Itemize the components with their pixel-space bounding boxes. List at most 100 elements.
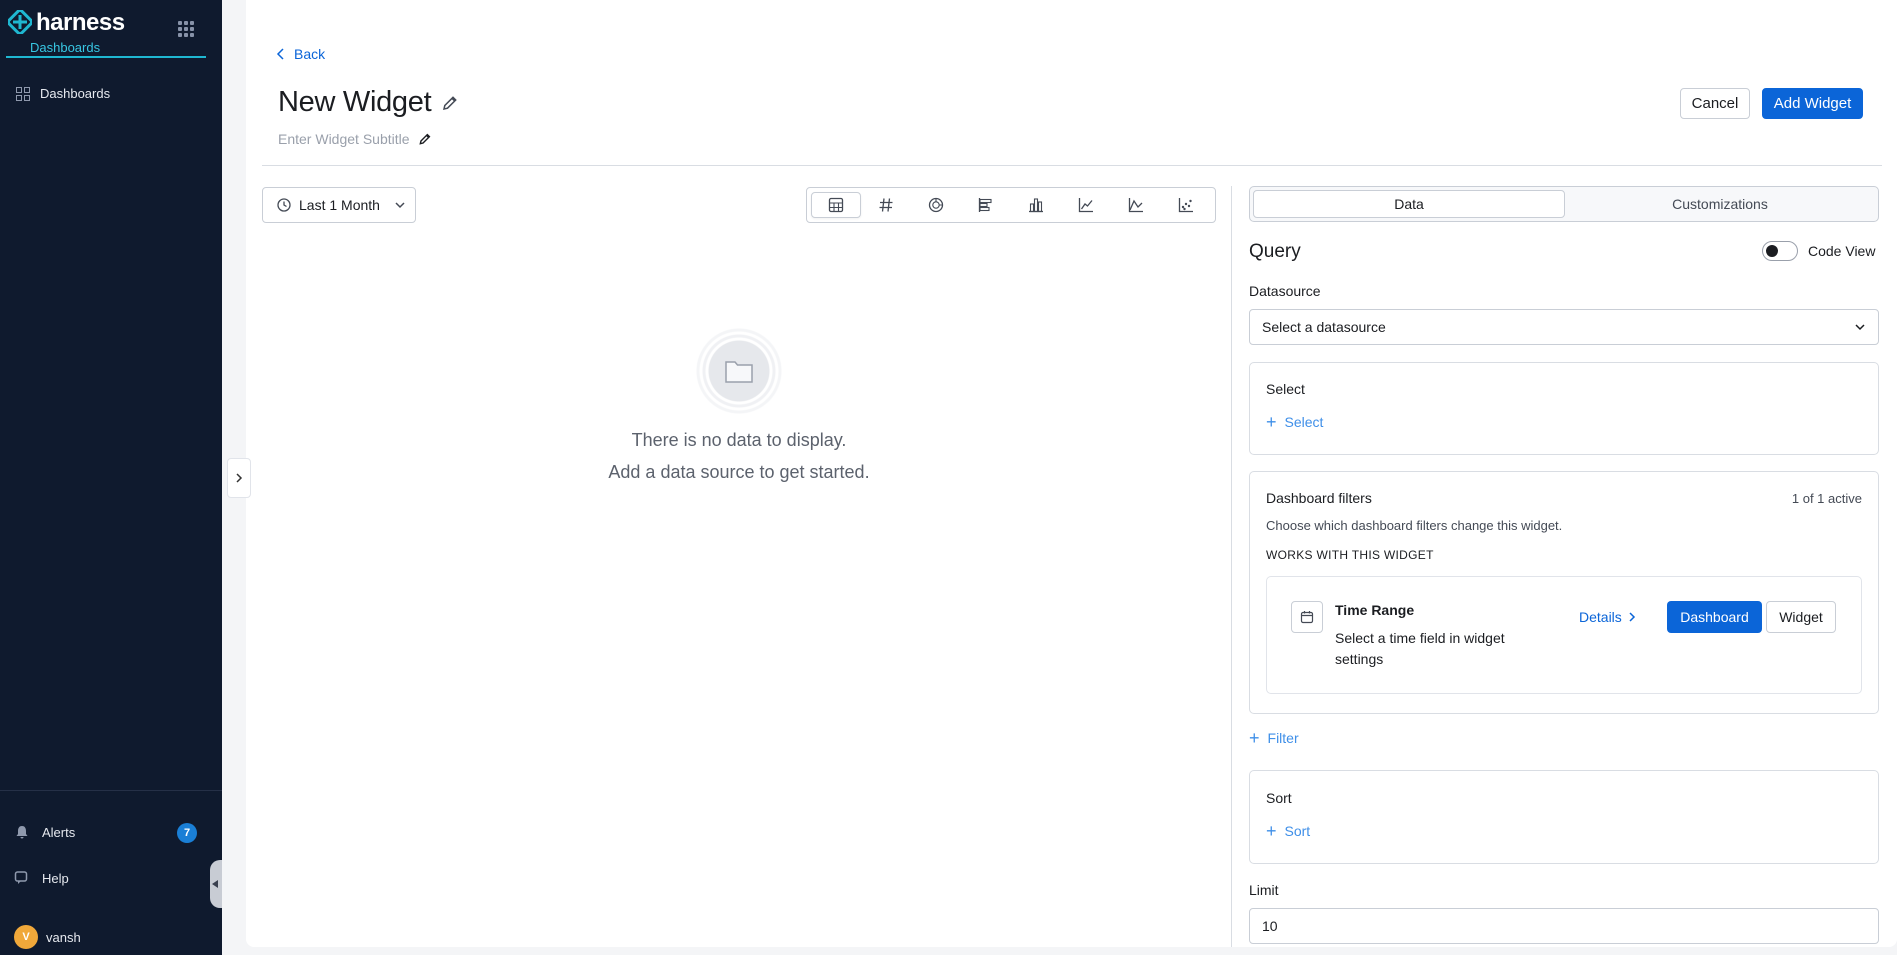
expand-panel-button[interactable] [227,458,251,498]
viz-pie-button[interactable] [911,192,961,218]
viz-area-button[interactable] [1111,192,1161,218]
clock-icon [277,198,291,212]
widget-subtitle[interactable]: Enter Widget Subtitle [278,131,432,147]
sidebar-item-label: Dashboards [40,86,111,101]
plus-icon: + [1266,412,1277,432]
filters-card-title: Dashboard filters [1266,490,1372,506]
alerts-count-badge: 7 [177,823,197,843]
viz-number-button[interactable] [861,192,911,218]
empty-state-message: There is no data to display. [631,430,847,450]
dashboard-filters-card: Dashboard filters 1 of 1 active Choose w… [1249,471,1879,714]
sidebar-divider [0,790,222,791]
tab-data[interactable]: Data [1253,190,1565,218]
filter-details-link[interactable]: Details [1579,609,1636,625]
help-chat-icon [14,871,28,884]
sidebar-item-alerts[interactable]: Alerts [14,824,75,840]
add-widget-button[interactable]: Add Widget [1762,88,1863,119]
chevron-right-icon [1629,612,1635,622]
cancel-button[interactable]: Cancel [1680,88,1750,119]
code-view-label: Code View [1808,243,1876,259]
sidebar: harness Dashboards Dashboards Alerts 7 H… [0,0,222,955]
time-range-dropdown[interactable]: Last 1 Month [262,187,416,223]
line-icon [1078,198,1093,213]
chevron-down-icon [1855,324,1865,331]
alerts-label: Alerts [42,824,76,840]
header-divider [262,165,1882,166]
sort-card: Sort + Sort [1249,770,1879,864]
add-select-label: Select [1284,414,1324,430]
chevron-left-icon [276,48,284,60]
panel-tabs: Data Customizations [1249,186,1879,222]
scope-dashboard-button[interactable]: Dashboard [1667,601,1762,633]
widget-title[interactable]: New Widget [278,86,459,119]
details-label: Details [1579,609,1622,625]
filter-description: Select a time field in widget settings [1335,630,1505,667]
sidebar-item-dashboards[interactable]: Dashboards [16,86,110,101]
back-link[interactable]: Back [276,46,325,62]
back-label: Back [294,46,326,62]
datasource-label: Datasource [1249,283,1321,299]
help-label: Help [42,870,69,886]
scope-widget-button[interactable]: Widget [1766,601,1836,633]
datasource-select[interactable]: Select a datasource [1249,309,1879,345]
datasource-placeholder: Select a datasource [1262,319,1386,335]
visualization-type-selector [806,187,1216,223]
plus-icon: + [1266,821,1277,841]
calendar-icon [1291,601,1323,633]
folder-icon [725,361,753,383]
filters-section-label: WORKS WITH THIS WIDGET [1266,548,1434,562]
add-select-button[interactable]: + Select [1266,412,1324,432]
empty-state-hint: Add a data source to get started. [608,462,870,482]
bar-icon [1029,198,1043,213]
viz-table-button[interactable] [811,192,861,218]
viz-bar-button[interactable] [1011,192,1061,218]
user-profile[interactable]: V vansh [14,925,81,949]
brand-module: Dashboards [30,40,101,55]
user-name: vansh [46,929,81,945]
query-heading: Query [1249,241,1301,262]
dashboard-grid-icon [16,86,30,101]
filter-name: Time Range [1335,602,1415,618]
code-view-toggle[interactable] [1762,241,1798,261]
viz-horizontal-bar-button[interactable] [961,192,1011,218]
add-filter-label: Filter [1267,730,1299,746]
filter-item-time-range: Time Range Select a time field in widget… [1266,576,1862,694]
add-sort-label: Sort [1284,823,1311,839]
panel-divider [1231,186,1232,947]
limit-input[interactable]: 10 [1249,908,1879,944]
pie-icon [928,197,944,213]
chevron-right-icon [236,473,243,483]
number-icon [879,198,893,212]
select-card-title: Select [1266,381,1305,397]
time-range-label: Last 1 Month [299,197,380,213]
page-title: New Widget [278,86,432,118]
filters-description: Choose which dashboard filters change th… [1266,518,1563,533]
scatter-icon [1178,198,1193,213]
viz-scatter-button[interactable] [1161,192,1211,218]
table-icon [828,197,844,213]
tab-customizations[interactable]: Customizations [1565,190,1875,218]
limit-label: Limit [1249,882,1279,898]
chevron-down-icon [395,202,405,209]
add-filter-button[interactable]: + Filter [1249,728,1299,748]
collapse-sidebar-handle[interactable] [210,860,222,908]
add-sort-button[interactable]: + Sort [1266,821,1311,841]
subtitle-placeholder: Enter Widget Subtitle [278,131,410,147]
brand-header[interactable]: harness Dashboards [6,6,206,58]
brand-name: harness [36,9,125,36]
bell-icon [16,826,28,839]
viz-line-button[interactable] [1061,192,1111,218]
app-launcher-icon[interactable] [178,21,194,37]
area-icon [1128,198,1143,213]
filters-active-count: 1 of 1 active [1791,491,1862,506]
plus-icon: + [1249,728,1260,748]
harness-logo-icon [8,10,32,34]
select-card: Select + Select [1249,362,1879,455]
edit-pencil-icon[interactable] [441,94,459,112]
sidebar-item-help[interactable]: Help [14,870,69,886]
empty-state-graphic [690,322,788,420]
horizontal-bar-icon [978,198,992,212]
avatar: V [14,925,38,949]
edit-pencil-icon[interactable] [418,132,432,146]
sort-card-title: Sort [1266,790,1292,806]
